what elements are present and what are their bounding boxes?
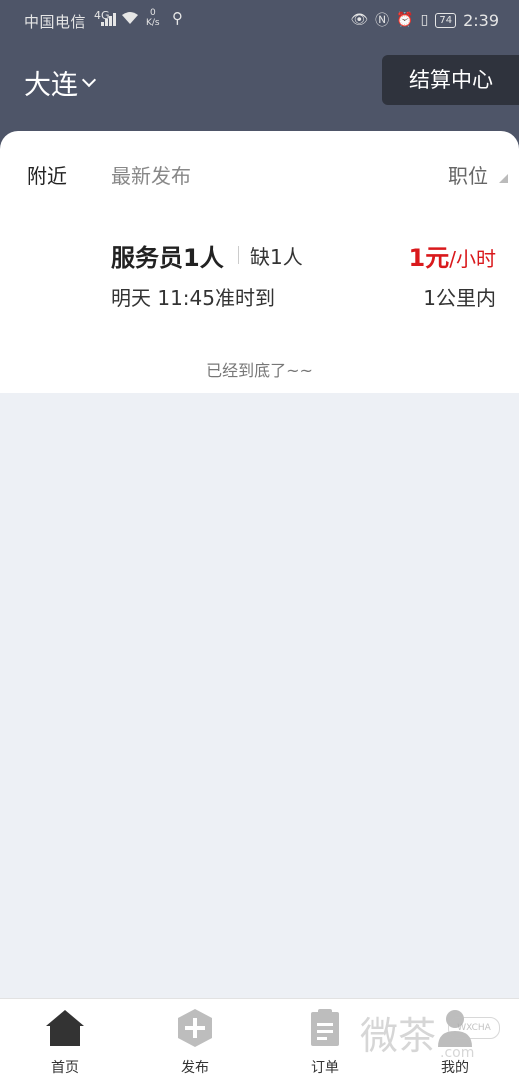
network-speed: 0 K/s — [146, 8, 160, 28]
clock: 2:39 — [463, 10, 499, 30]
dropdown-triangle-icon — [499, 174, 508, 183]
bottom-tab-bar: 首页 发布 订单 我的 — [0, 998, 519, 1081]
watermark-badge: WXCHA — [448, 1017, 500, 1039]
alarm-icon: ⏰ — [396, 12, 414, 28]
job-distance: 1公里内 — [423, 286, 496, 310]
signal-icon — [101, 12, 117, 26]
city-selector[interactable]: 大连 — [24, 63, 97, 102]
carrier-name: 中国电信 — [24, 13, 87, 31]
job-time: 明天 11:45准时到 — [111, 286, 275, 310]
tab-orders-label: 订单 — [311, 1060, 339, 1076]
tab-publish-label: 发布 — [181, 1060, 209, 1076]
job-list-item[interactable]: 服务员1人 缺1人 1元/小时 明天 11:45准时到 1公里内 — [0, 211, 519, 311]
chevron-down-icon — [81, 72, 97, 87]
watermark: 微茶 .com — [360, 1014, 475, 1061]
vibrate-icon: ▯ — [420, 12, 429, 28]
job-price: 1元/小时 — [408, 244, 496, 272]
tab-orders[interactable]: 订单 — [280, 999, 370, 1081]
tab-publish[interactable]: 发布 — [150, 999, 240, 1081]
filter-nearby[interactable]: 附近 — [27, 160, 67, 189]
plus-hexagon-icon — [178, 1009, 212, 1047]
filter-position[interactable]: 职位 — [448, 160, 508, 189]
wifi-icon — [121, 10, 139, 29]
order-list-icon — [311, 1009, 339, 1046]
city-name: 大连 — [24, 70, 78, 101]
home-icon — [46, 1010, 84, 1046]
job-shortage: 缺1人 — [250, 245, 303, 269]
eye-icon: 👁 — [350, 12, 369, 28]
status-bar: 中国电信 4G 0 K/s ⚲ 👁 Ⓝ ⏰ ▯ 74 2:39 — [0, 0, 519, 40]
job-list-card: 附近 最新发布 职位 服务员1人 缺1人 1元/小时 明天 11:45准时到 1… — [0, 131, 519, 393]
filter-position-label: 职位 — [448, 164, 488, 188]
job-title: 服务员1人 — [111, 244, 224, 272]
usb-icon: ⚲ — [172, 9, 183, 27]
divider — [238, 246, 239, 264]
battery-icon: 74 — [435, 12, 457, 28]
filter-newest[interactable]: 最新发布 — [111, 160, 191, 189]
tab-home[interactable]: 首页 — [20, 999, 110, 1081]
list-end-message: 已经到底了~~ — [206, 361, 313, 380]
nfc-icon: Ⓝ — [375, 13, 390, 29]
settlement-center-button[interactable]: 结算中心 — [382, 55, 519, 105]
tab-home-label: 首页 — [51, 1060, 79, 1076]
